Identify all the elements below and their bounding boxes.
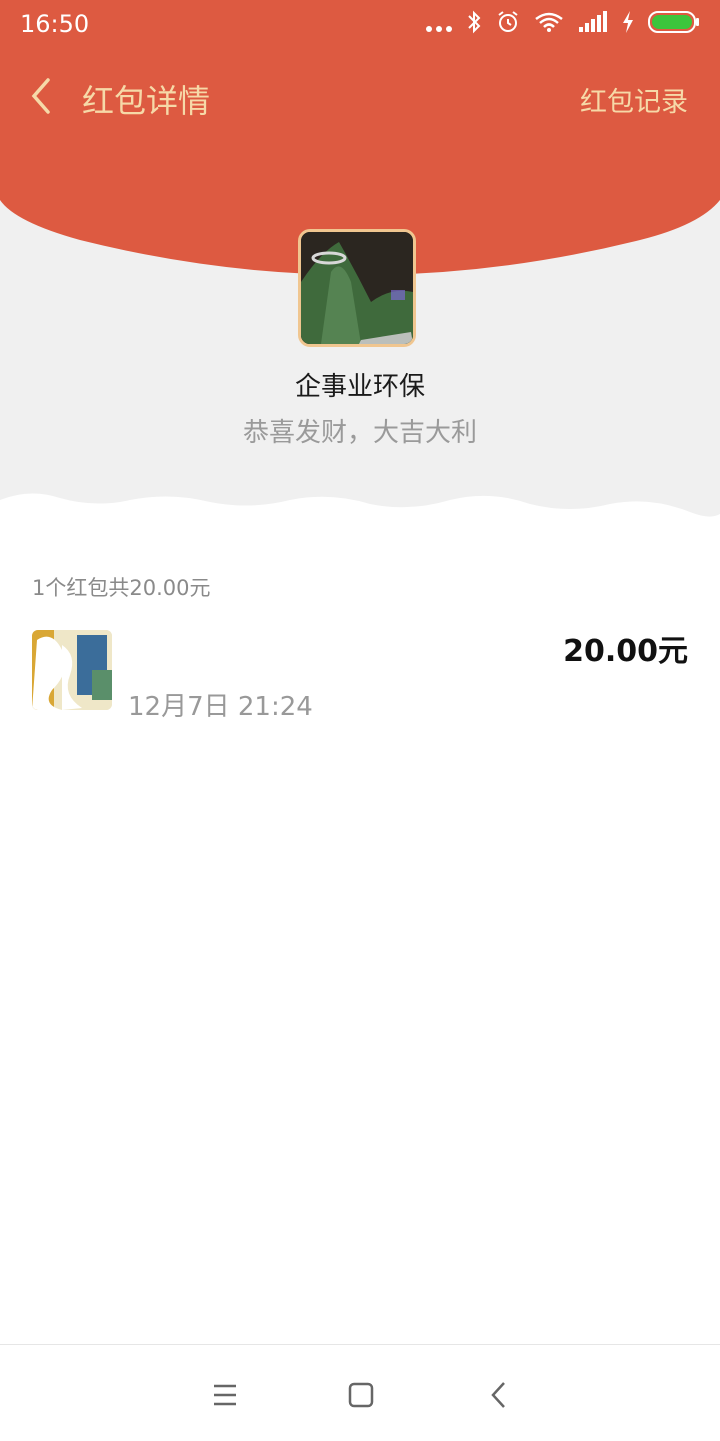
bluetooth-icon	[466, 10, 482, 40]
status-bar: 16:50	[0, 0, 720, 50]
system-nav-bar	[0, 1344, 720, 1441]
status-time: 16:50	[20, 10, 90, 38]
wifi-icon	[534, 11, 564, 39]
menu-icon[interactable]	[205, 1375, 245, 1415]
receiver-list-item[interactable]: 12月7日 21:24 20.00元	[0, 620, 720, 730]
back-icon[interactable]	[479, 1375, 519, 1415]
dots-icon	[426, 11, 452, 39]
alarm-icon	[496, 10, 520, 40]
charging-icon	[622, 11, 634, 39]
nav-bar: 红包详情 红包记录	[0, 60, 720, 136]
battery-icon	[648, 10, 700, 40]
chevron-left-icon	[31, 78, 50, 114]
receiver-avatar	[32, 630, 112, 710]
blessing-message: 恭喜发财，大吉大利	[242, 418, 477, 448]
receive-amount: 20.00元	[563, 634, 688, 669]
sender-name: 企事业环保	[294, 372, 425, 402]
signal-icon	[578, 11, 608, 39]
packet-summary: 1个红包共20.00元	[32, 576, 211, 600]
sender-avatar	[298, 229, 416, 347]
status-icons	[426, 10, 700, 40]
page-title: 红包详情	[82, 82, 211, 120]
red-packet-record-link[interactable]: 红包记录	[580, 80, 688, 119]
back-button[interactable]	[20, 74, 64, 118]
receive-time: 12月7日 21:24	[128, 692, 313, 722]
home-icon[interactable]	[341, 1375, 381, 1415]
